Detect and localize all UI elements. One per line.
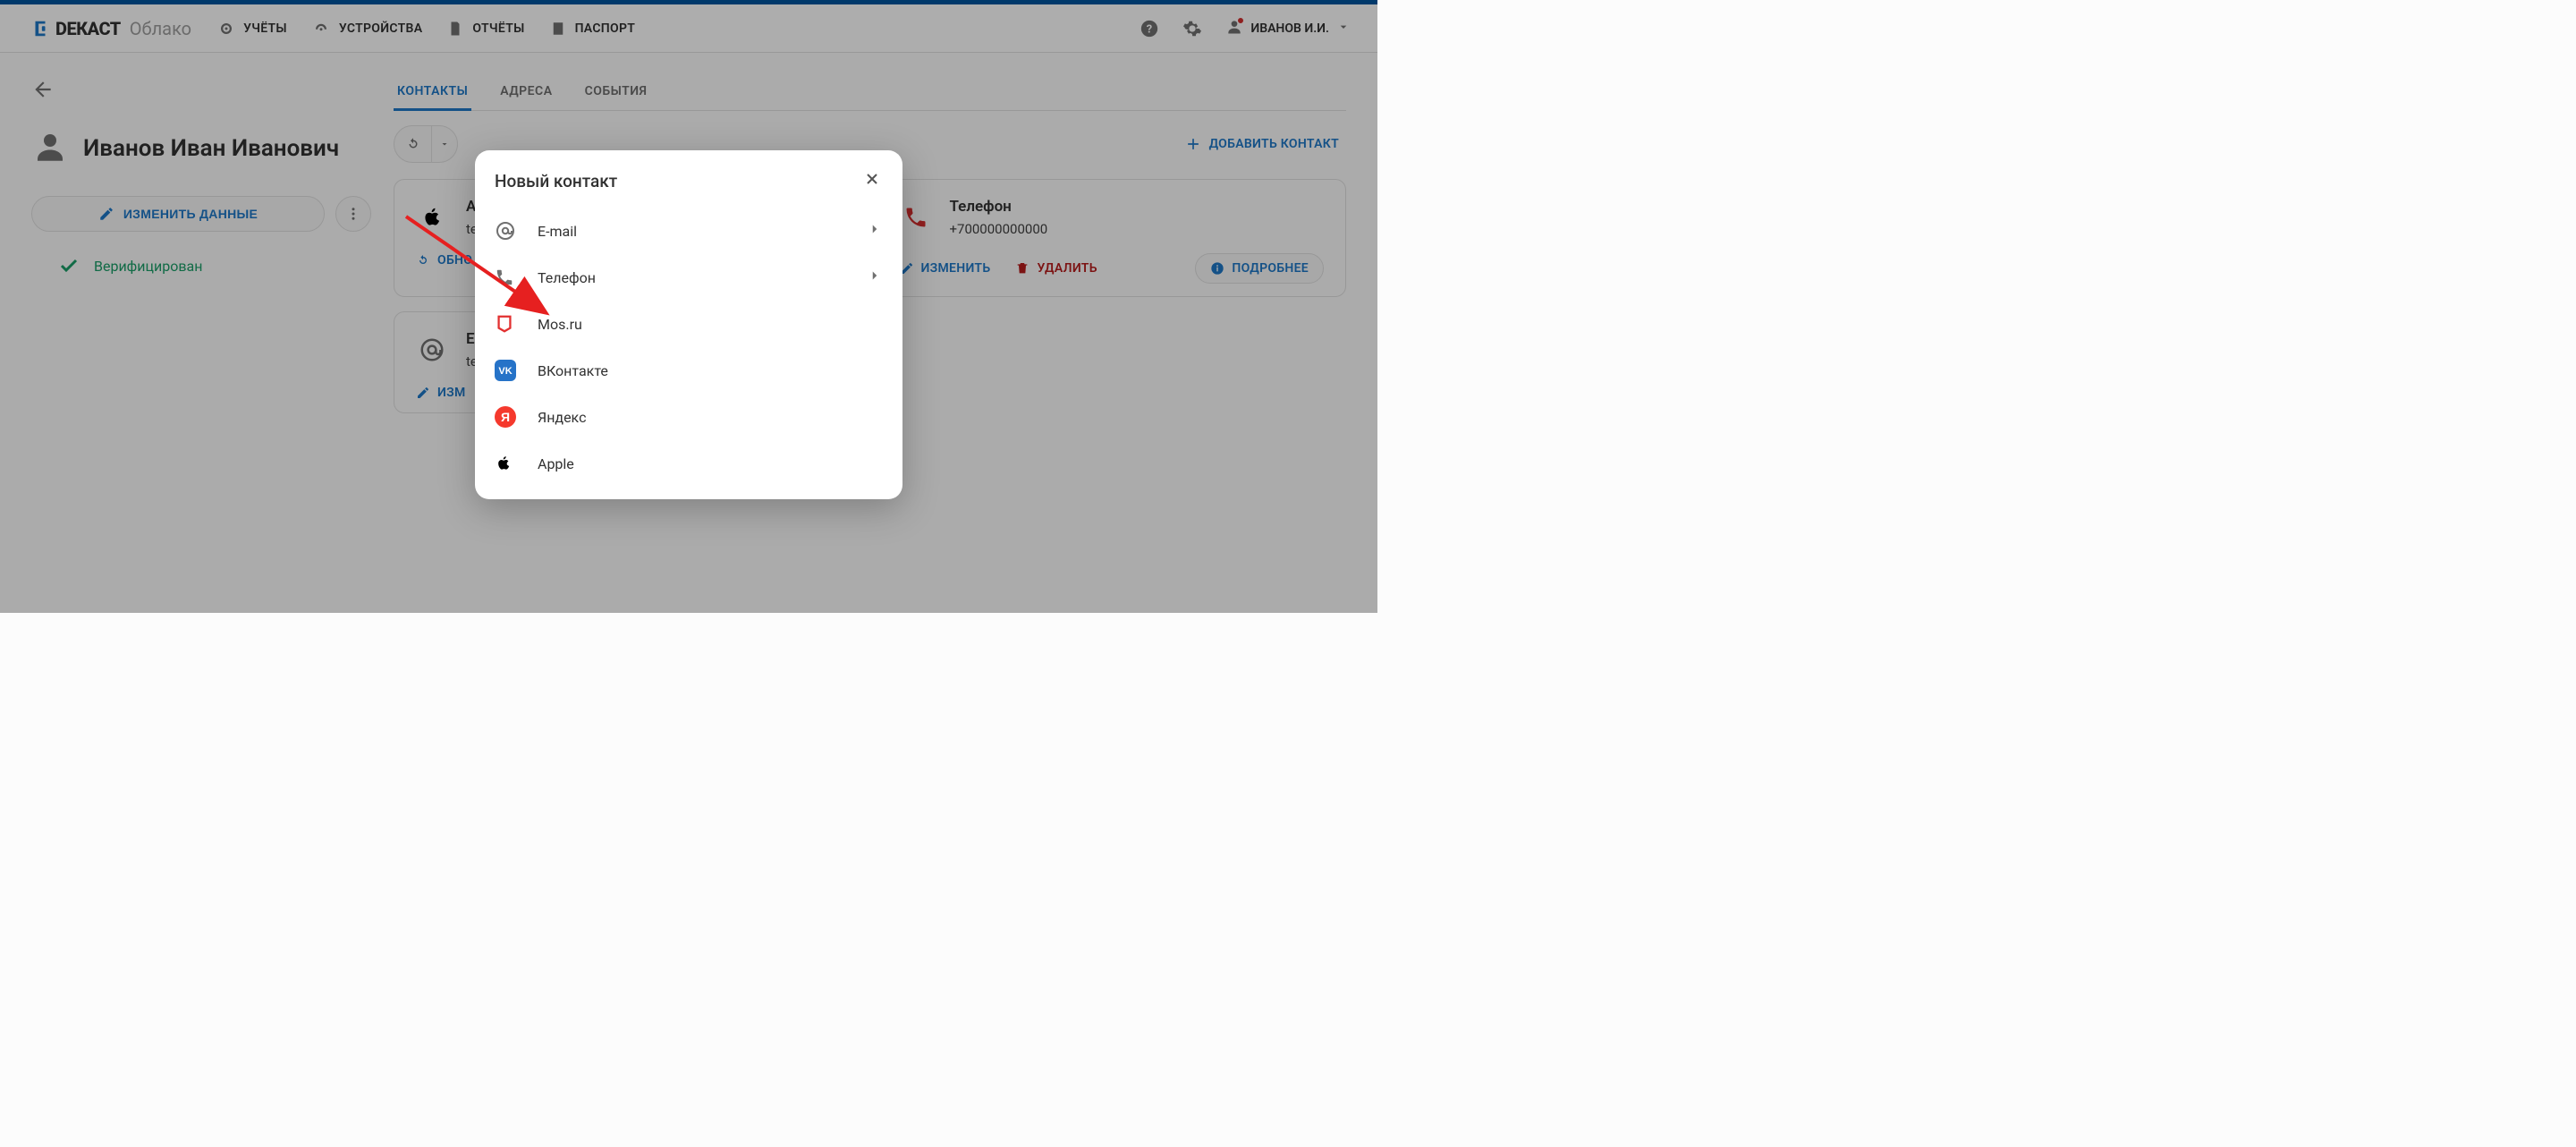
modal-close-button[interactable] [860, 166, 885, 195]
new-contact-modal: Новый контакт E-mail Телефон [475, 150, 902, 499]
vk-icon: VK [495, 360, 538, 381]
modal-list: E-mail Телефон Mos.ru [495, 208, 902, 487]
apple-icon [495, 453, 538, 474]
chevron-right-icon [867, 221, 883, 241]
modal-item-yandex[interactable]: Я Яндекс [495, 394, 902, 440]
modal-item-mosru-label: Mos.ru [538, 316, 582, 333]
close-icon [863, 170, 881, 188]
svg-text:VK: VK [498, 366, 512, 377]
modal-item-email[interactable]: E-mail [495, 208, 902, 254]
modal-item-phone-label: Телефон [538, 269, 596, 286]
modal-overlay[interactable]: Новый контакт E-mail Телефон [0, 0, 1377, 613]
chevron-right-icon [867, 268, 883, 287]
phone-icon [495, 268, 538, 287]
at-icon [495, 220, 538, 242]
modal-title: Новый контакт [495, 171, 617, 191]
modal-item-apple-label: Apple [538, 455, 574, 472]
modal-item-yandex-label: Яндекс [538, 409, 586, 426]
modal-item-mosru[interactable]: Mos.ru [495, 301, 902, 347]
mosru-icon [495, 313, 538, 335]
yandex-icon: Я [495, 406, 538, 428]
svg-text:Я: Я [501, 410, 510, 424]
modal-item-phone[interactable]: Телефон [495, 254, 902, 301]
modal-item-vk[interactable]: VK ВКонтакте [495, 347, 902, 394]
modal-item-apple[interactable]: Apple [495, 440, 902, 487]
modal-item-vk-label: ВКонтакте [538, 362, 608, 379]
modal-item-email-label: E-mail [538, 223, 577, 240]
